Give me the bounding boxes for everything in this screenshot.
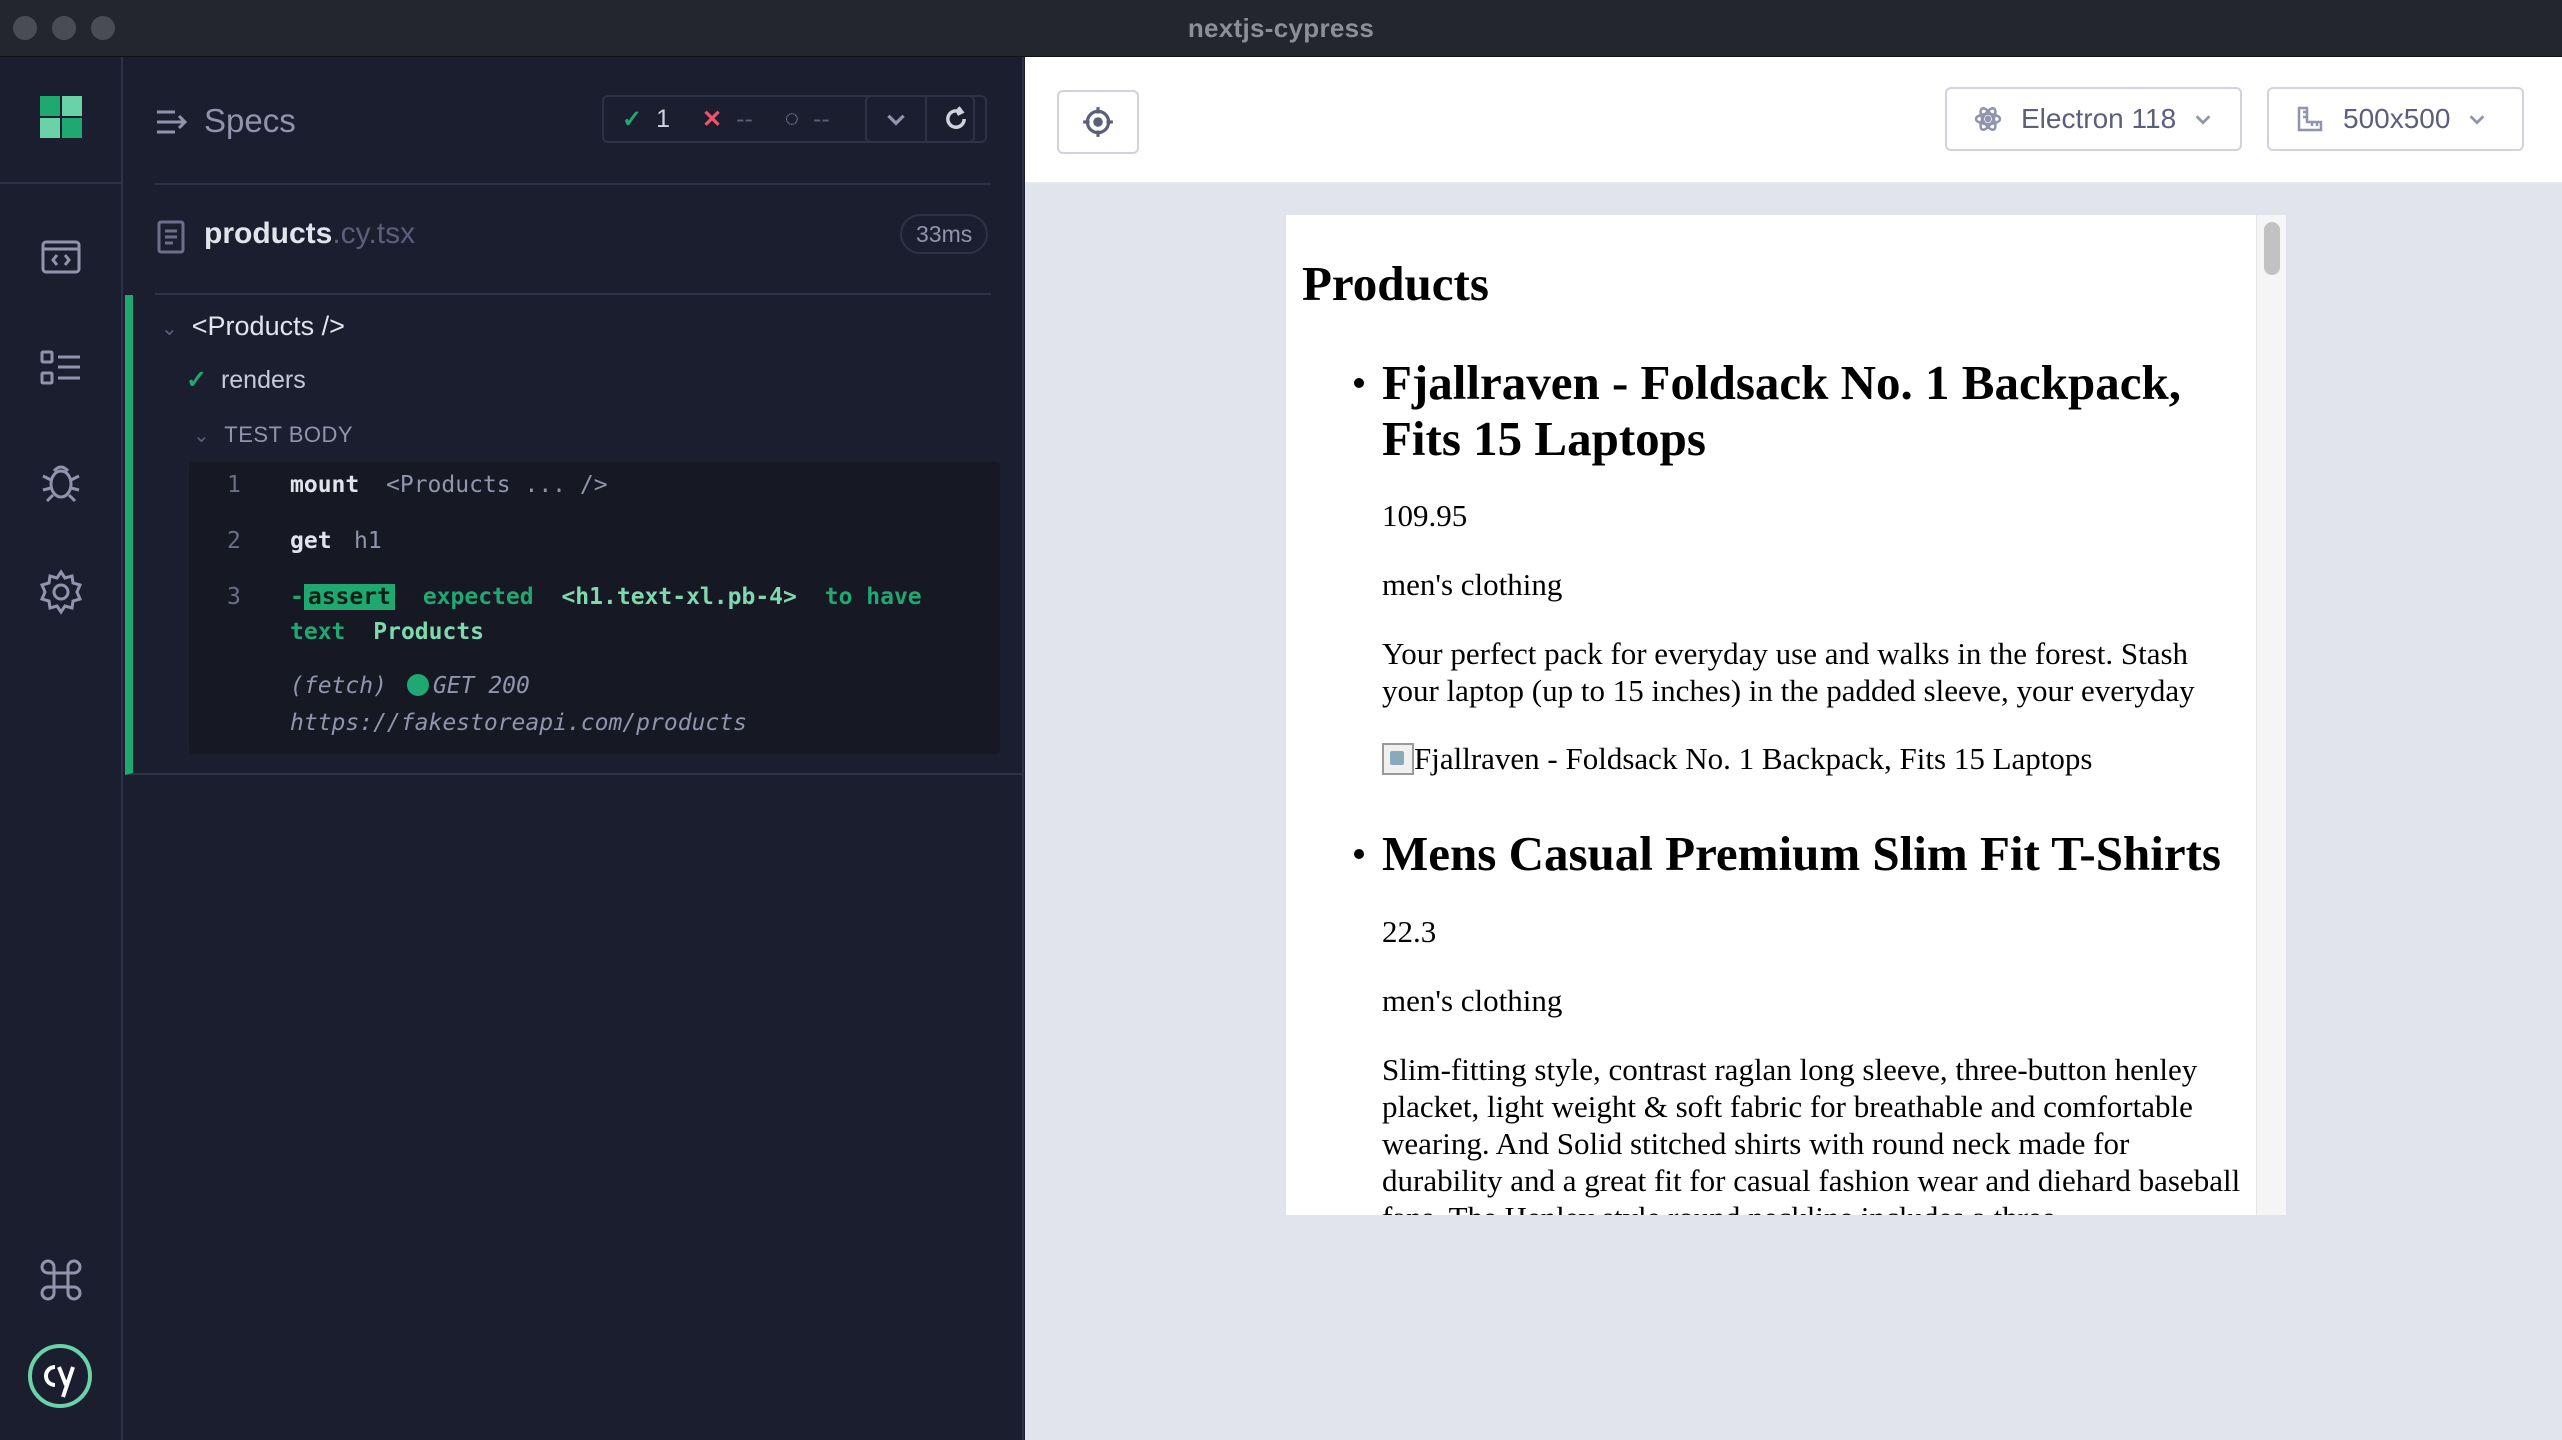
check-icon: ✓ <box>622 105 643 133</box>
reporter-header: Specs ✓ 1 ✕ -- ◌ -- <box>125 57 1024 185</box>
status-indicator <box>406 674 429 696</box>
rendered-page: Products Fjallraven - Foldsack No. 1 Bac… <box>1286 215 2256 1215</box>
product-price: 22.3 <box>1382 914 1437 949</box>
window-title: nextjs-cypress <box>1187 13 1375 43</box>
specs-toggle-icon[interactable] <box>155 107 189 137</box>
keyboard-shortcuts-icon[interactable] <box>38 1257 84 1303</box>
chevron-down-icon: ⌄ <box>161 318 178 340</box>
pending-count: ◌ -- <box>784 104 830 133</box>
product-image: Fjallraven - Foldsack No. 1 Backpack, Fi… <box>1382 741 2092 777</box>
runs-icon[interactable] <box>38 234 84 280</box>
electron-icon <box>1974 107 2002 131</box>
command-log: 1 mount <Products ... /> 2 get h1 3 - ass… <box>189 462 1000 754</box>
test-title[interactable]: ✓ renders <box>186 365 306 395</box>
scrollbar-thumb[interactable] <box>2264 222 2280 275</box>
product-description: Slim-fitting style, contrast raglan long… <box>1382 1052 2241 1215</box>
test-suite: ⌄ <Products /> ✓ renders ⌄ TEST BODY 1 moun… <box>125 295 1024 775</box>
crosshair-icon <box>1083 107 1113 137</box>
assert-message[interactable]: - assert expected <h1.text-xl.pb-4> to ha… <box>290 584 922 610</box>
page-heading: Products <box>1302 256 1489 311</box>
product-category: men's clothing <box>1382 983 1563 1018</box>
selector-playground-button[interactable] <box>1057 90 1139 154</box>
chevron-down-icon <box>2195 115 2211 125</box>
reload-icon <box>946 106 966 129</box>
cy-logo-icon[interactable] <box>27 1343 93 1409</box>
product-description: Your perfect pack for everyday use and w… <box>1382 636 2195 708</box>
ruler-icon <box>2297 106 2323 132</box>
spec-file-name[interactable]: products.cy.tsx <box>204 217 415 251</box>
passed-count: ✓ 1 <box>622 104 671 133</box>
product-title: Mens Casual Premium Slim Fit T-Shirts <box>1382 826 2221 881</box>
spec-duration-badge: 33ms <box>900 214 989 254</box>
x-icon: ✕ <box>702 105 723 133</box>
sidebar-nav <box>0 57 123 1440</box>
document-icon <box>157 220 185 254</box>
cypress-logo-icon[interactable] <box>38 94 84 140</box>
check-icon: ✓ <box>186 366 207 394</box>
title-bar: nextjs-cypress <box>0 0 2562 57</box>
aut-iframe[interactable]: Products Fjallraven - Foldsack No. 1 Bac… <box>1286 215 2286 1215</box>
reporter-panel: Specs ✓ 1 ✕ -- ◌ -- products.cy.tsx 33ms… <box>125 57 1024 1440</box>
chevron-down-icon <box>887 114 905 126</box>
spec-file-header: products.cy.tsx 33ms <box>125 185 1024 295</box>
pending-icon: ◌ <box>784 105 800 132</box>
chevron-down-icon <box>2470 115 2485 125</box>
debug-icon[interactable] <box>38 458 84 504</box>
assert-message-continued: text Products <box>290 619 485 645</box>
settings-icon[interactable] <box>38 569 84 615</box>
fetch-url: https://fakestoreapi.com/products <box>290 710 747 736</box>
product-price: 109.95 <box>1382 498 1468 533</box>
aut-toolbar: Electron 118 500x500 <box>1025 57 2562 184</box>
app-window: nextjs-cypress Specs ✓ 1 ✕ -- ◌ -- produ… <box>0 0 2562 1440</box>
browser-select[interactable]: Electron 118 <box>1945 87 2242 151</box>
viewport-select[interactable]: 500x500 <box>2267 87 2524 151</box>
specs-list-icon[interactable] <box>38 345 84 391</box>
rerun-button[interactable] <box>925 95 987 143</box>
test-body-label[interactable]: ⌄ TEST BODY <box>193 422 353 448</box>
product-category: men's clothing <box>1382 567 1563 602</box>
chevron-down-icon: ⌄ <box>193 425 211 447</box>
iframe-scrollbar[interactable] <box>2256 215 2286 1215</box>
suite-title[interactable]: ⌄ <Products /> <box>161 311 345 342</box>
failed-count: ✕ -- <box>702 104 753 133</box>
fetch-request-row[interactable]: (fetch) GET 200 <box>290 673 530 699</box>
product-title: Fjallraven - Foldsack No. 1 Backpack, Fi… <box>1382 355 2181 466</box>
broken-image-icon <box>1382 743 1414 775</box>
expand-collapse-button[interactable] <box>865 95 927 143</box>
app-under-test: Electron 118 500x500 Products Fjallraven… <box>1025 57 2562 1440</box>
specs-label[interactable]: Specs <box>204 102 296 140</box>
